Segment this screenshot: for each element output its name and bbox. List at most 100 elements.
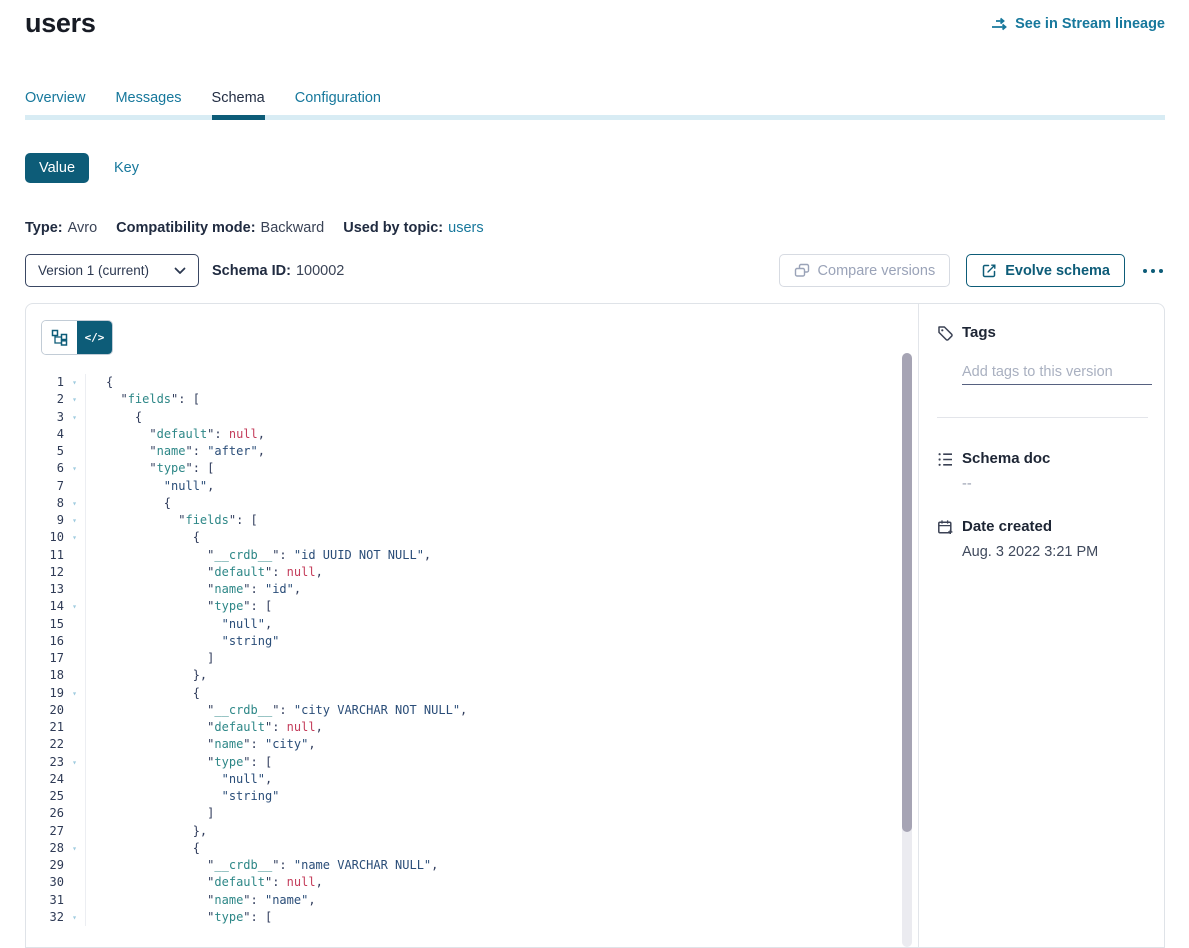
editor-scrollbar-thumb[interactable] bbox=[902, 353, 912, 832]
fold-toggle-icon[interactable]: ▾ bbox=[64, 529, 85, 546]
tags-title: Tags bbox=[962, 324, 996, 341]
tab-bar: Overview Messages Schema Configuration bbox=[25, 90, 1165, 115]
code-view-icon: </> bbox=[85, 331, 105, 344]
code-line: 20 "__crdb__": "city VARCHAR NOT NULL", bbox=[26, 702, 902, 719]
schema-page: { "header": { "title": "users", "lineage… bbox=[0, 0, 1189, 916]
code-view-button[interactable]: </> bbox=[77, 321, 112, 354]
schema-id-label: Schema ID: bbox=[212, 263, 291, 279]
stream-lineage-icon bbox=[991, 17, 1008, 31]
fold-toggle-icon[interactable]: ▾ bbox=[64, 512, 85, 529]
line-number: 12 bbox=[26, 564, 64, 581]
schema-id: Schema ID: 100002 bbox=[212, 263, 344, 279]
code-line: 25 "string" bbox=[26, 788, 902, 805]
code-line: 8▾ { bbox=[26, 495, 902, 512]
schema-sidebar: Tags Schema doc -- Date created Aug. 3 2… bbox=[920, 304, 1164, 947]
fold-toggle-icon[interactable]: ▾ bbox=[64, 840, 85, 857]
code-line: 29 "__crdb__": "name VARCHAR NULL", bbox=[26, 857, 902, 874]
tags-input[interactable] bbox=[962, 359, 1152, 385]
line-number: 20 bbox=[26, 702, 64, 719]
line-number: 5 bbox=[26, 443, 64, 460]
tag-icon bbox=[937, 325, 954, 342]
schema-code-pane: </> 1▾{2▾ "fields": [3▾ {4 "default": nu… bbox=[26, 304, 919, 947]
fold-toggle-icon[interactable]: ▾ bbox=[64, 374, 85, 391]
code-line: 4 "default": null, bbox=[26, 426, 902, 443]
code-line: 21 "default": null, bbox=[26, 719, 902, 736]
code-line: 13 "name": "id", bbox=[26, 581, 902, 598]
line-number: 31 bbox=[26, 892, 64, 909]
page-title: users bbox=[25, 8, 96, 39]
fold-toggle-icon[interactable]: ▾ bbox=[64, 460, 85, 477]
code-line: 19▾ { bbox=[26, 685, 902, 702]
tab-messages[interactable]: Messages bbox=[115, 90, 181, 115]
value-key-toggle: Value Key bbox=[25, 153, 139, 183]
code-line: 28▾ { bbox=[26, 840, 902, 857]
line-number: 2 bbox=[26, 391, 64, 408]
more-actions-button[interactable] bbox=[1141, 265, 1165, 277]
chevron-down-icon bbox=[174, 267, 186, 275]
line-number: 9 bbox=[26, 512, 64, 529]
schema-id-value: 100002 bbox=[296, 263, 344, 279]
line-number: 29 bbox=[26, 857, 64, 874]
meta-compatibility-value: Backward bbox=[261, 220, 325, 236]
fold-toggle-icon[interactable]: ▾ bbox=[64, 495, 85, 512]
line-number: 23 bbox=[26, 754, 64, 771]
key-tab-button[interactable]: Key bbox=[114, 160, 139, 176]
tree-view-icon bbox=[51, 329, 68, 346]
code-editor[interactable]: 1▾{2▾ "fields": [3▾ {4 "default": null,5… bbox=[26, 374, 902, 947]
sidebar-divider bbox=[937, 417, 1148, 418]
code-line: 12 "default": null, bbox=[26, 564, 902, 581]
code-line: 7 "null", bbox=[26, 478, 902, 495]
code-line: 11 "__crdb__": "id UUID NOT NULL", bbox=[26, 547, 902, 564]
editor-scrollbar-track bbox=[902, 353, 912, 947]
line-number: 19 bbox=[26, 685, 64, 702]
meta-type-label: Type: bbox=[25, 220, 63, 236]
line-number: 25 bbox=[26, 788, 64, 805]
line-number: 16 bbox=[26, 633, 64, 650]
meta-used-by-topic: Used by topic: users bbox=[343, 220, 483, 236]
fold-toggle-icon[interactable]: ▾ bbox=[64, 754, 85, 771]
version-select[interactable]: Version 1 (current) bbox=[25, 254, 199, 287]
line-number: 4 bbox=[26, 426, 64, 443]
view-mode-toggle: </> bbox=[41, 320, 113, 355]
date-created-icon bbox=[937, 519, 954, 536]
code-line: 22 "name": "city", bbox=[26, 736, 902, 753]
fold-toggle-icon[interactable]: ▾ bbox=[64, 909, 85, 926]
line-number: 13 bbox=[26, 581, 64, 598]
schema-meta: Type: Avro Compatibility mode: Backward … bbox=[25, 220, 484, 236]
line-number: 32 bbox=[26, 909, 64, 926]
evolve-schema-button[interactable]: Evolve schema bbox=[966, 254, 1125, 287]
code-line: 3▾ { bbox=[26, 409, 902, 426]
compare-versions-button[interactable]: Compare versions bbox=[779, 254, 951, 287]
fold-toggle-icon[interactable]: ▾ bbox=[64, 685, 85, 702]
line-number: 28 bbox=[26, 840, 64, 857]
evolve-schema-icon bbox=[981, 263, 997, 279]
tab-schema[interactable]: Schema bbox=[212, 90, 265, 115]
code-line: 9▾ "fields": [ bbox=[26, 512, 902, 529]
version-select-value: Version 1 (current) bbox=[38, 263, 149, 278]
code-line: 18 }, bbox=[26, 667, 902, 684]
fold-toggle-icon[interactable]: ▾ bbox=[64, 409, 85, 426]
compare-versions-icon bbox=[794, 263, 810, 278]
fold-toggle-icon[interactable]: ▾ bbox=[64, 391, 85, 408]
meta-compatibility: Compatibility mode: Backward bbox=[116, 220, 324, 236]
compare-versions-label: Compare versions bbox=[818, 263, 936, 279]
value-tab-button[interactable]: Value bbox=[25, 153, 89, 183]
ellipsis-icon bbox=[1143, 269, 1147, 273]
tree-view-button[interactable] bbox=[42, 321, 77, 354]
line-number: 6 bbox=[26, 460, 64, 477]
tab-overview[interactable]: Overview bbox=[25, 90, 85, 115]
code-line: 31 "name": "name", bbox=[26, 892, 902, 909]
code-line: 32▾ "type": [ bbox=[26, 909, 902, 926]
code-line: 5 "name": "after", bbox=[26, 443, 902, 460]
line-number: 8 bbox=[26, 495, 64, 512]
date-created-title: Date created bbox=[962, 518, 1052, 535]
schema-doc-value: -- bbox=[962, 476, 972, 492]
topic-link[interactable]: users bbox=[448, 220, 483, 236]
stream-lineage-link[interactable]: See in Stream lineage bbox=[991, 16, 1165, 32]
line-number: 30 bbox=[26, 874, 64, 891]
code-line: 14▾ "type": [ bbox=[26, 598, 902, 615]
tab-configuration[interactable]: Configuration bbox=[295, 90, 381, 115]
line-number: 26 bbox=[26, 805, 64, 822]
fold-toggle-icon[interactable]: ▾ bbox=[64, 598, 85, 615]
code-line: 26 ] bbox=[26, 805, 902, 822]
